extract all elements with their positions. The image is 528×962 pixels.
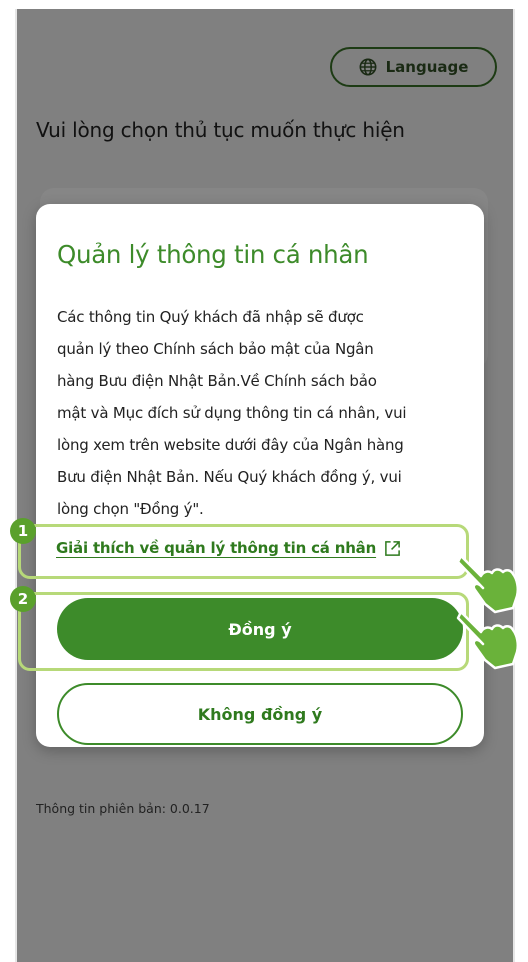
language-label: Language	[385, 58, 469, 76]
version-info: Thông tin phiên bản: 0.0.17	[36, 801, 210, 816]
step-badge-2: 2	[10, 586, 36, 612]
pointing-hand-icon	[456, 610, 520, 670]
disagree-button[interactable]: Không đồng ý	[57, 683, 463, 745]
step-badge-1: 1	[10, 518, 36, 544]
highlight-box-step1	[18, 524, 469, 579]
modal-body-text: Các thông tin Quý khách đã nhập sẽ được …	[57, 308, 407, 518]
globe-icon	[359, 58, 377, 76]
highlight-box-step2	[18, 592, 469, 671]
modal-title: Quản lý thông tin cá nhân	[57, 240, 369, 269]
page-title: Vui lòng chọn thủ tục muốn thực hiện	[36, 118, 405, 142]
language-button[interactable]: Language	[330, 47, 497, 87]
